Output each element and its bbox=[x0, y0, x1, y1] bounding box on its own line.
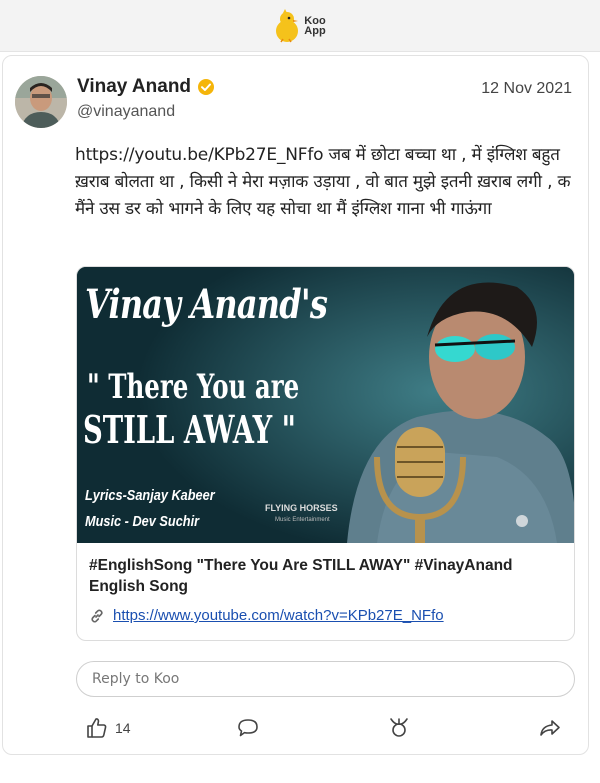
koo-bird-icon bbox=[276, 8, 299, 42]
thumbnail-label-subtitle: Music Entertainment bbox=[275, 517, 330, 523]
author-handle[interactable]: @vinayanand bbox=[77, 103, 175, 121]
author-name[interactable]: Vinay Anand bbox=[77, 76, 215, 98]
thumbnail-title-line3: STILL AWAY " bbox=[83, 407, 296, 452]
top-bar: Koo App bbox=[0, 0, 600, 52]
comment-bubble-icon bbox=[238, 719, 258, 737]
rekoo-button[interactable] bbox=[387, 716, 411, 740]
thumbs-up-icon bbox=[87, 718, 107, 738]
verified-badge-icon bbox=[198, 79, 215, 95]
thumbnail-title-line1: Vinay Anand's bbox=[85, 281, 328, 328]
rekoo-icon bbox=[390, 718, 408, 737]
avatar[interactable] bbox=[15, 76, 67, 128]
link-preview-url[interactable]: https://www.youtube.com/watch?v=KPb27E_N… bbox=[113, 607, 444, 624]
link-preview-url-row[interactable]: https://www.youtube.com/watch?v=KPb27E_N… bbox=[89, 607, 444, 624]
thumbnail-title-line2: " There You are bbox=[87, 367, 300, 407]
post-text: https://youtu.be/KPb27E_NFfo जब में छोटा… bbox=[75, 145, 571, 219]
logo-line1: Koo bbox=[304, 14, 326, 27]
share-arrow-icon bbox=[540, 720, 560, 736]
author-name-text: Vinay Anand bbox=[77, 76, 192, 97]
koo-logo-text: Koo App bbox=[304, 14, 326, 37]
avatar-image bbox=[15, 76, 67, 128]
like-count: 14 bbox=[115, 720, 131, 736]
share-button[interactable] bbox=[538, 716, 562, 740]
thumbnail-lyrics-credit: Lyrics-Sanjay Kabeer bbox=[85, 487, 215, 504]
thumbnail-music-credit: Music - Dev Suchir bbox=[85, 513, 200, 530]
koo-post-card: Vinay Anand @vinayanand 12 Nov 2021 http… bbox=[2, 55, 589, 755]
link-preview-card[interactable]: Vinay Anand's " There You are STILL AWAY… bbox=[76, 266, 575, 641]
post-date: 12 Nov 2021 bbox=[481, 80, 572, 97]
action-bar: 14 bbox=[3, 710, 590, 750]
like-button[interactable]: 14 bbox=[85, 716, 131, 740]
thumbnail-label-name: FLYING HORSES bbox=[265, 503, 338, 513]
link-preview-title[interactable]: #EnglishSong "There You Are STILL AWAY" … bbox=[89, 555, 565, 597]
logo-line2: App bbox=[304, 24, 326, 37]
video-thumbnail[interactable]: Vinay Anand's " There You are STILL AWAY… bbox=[77, 267, 574, 543]
koo-logo[interactable]: Koo App bbox=[274, 8, 326, 43]
link-icon bbox=[91, 608, 103, 623]
comment-button[interactable] bbox=[236, 716, 260, 740]
reply-input[interactable]: Reply to Koo bbox=[76, 661, 575, 697]
